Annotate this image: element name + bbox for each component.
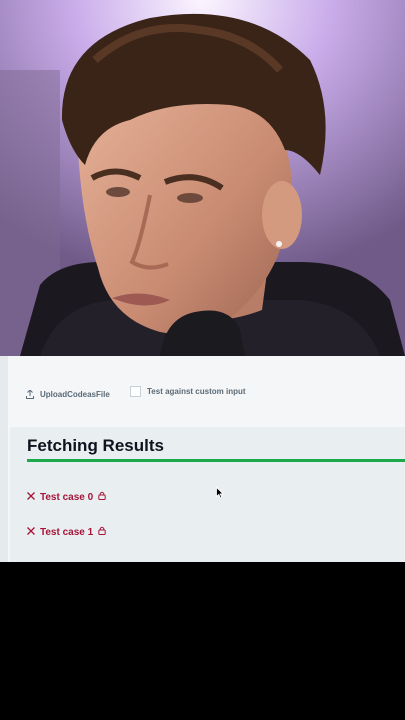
mouse-cursor-icon bbox=[216, 486, 225, 504]
test-case-item[interactable]: Test case 1 bbox=[27, 526, 106, 538]
test-case-label: Test case 1 bbox=[40, 526, 94, 538]
letterbox-bar bbox=[0, 562, 405, 720]
code-editor-panel: UploadCodeasFile Test against custom inp… bbox=[0, 356, 405, 562]
custom-input-toggle[interactable]: Test against custom input bbox=[130, 386, 246, 397]
close-x-icon bbox=[27, 526, 35, 538]
results-panel: Fetching Results Test case 0 Test case 1 bbox=[10, 427, 405, 562]
lock-icon bbox=[98, 526, 106, 538]
upload-code-label: UploadCodeasFile bbox=[40, 389, 110, 399]
upload-icon bbox=[26, 388, 34, 399]
presenter-photo bbox=[0, 0, 405, 356]
custom-input-label: Test against custom input bbox=[147, 387, 246, 396]
test-case-label: Test case 0 bbox=[40, 491, 94, 503]
panel-edge bbox=[0, 356, 8, 562]
close-x-icon bbox=[27, 491, 35, 503]
custom-input-checkbox[interactable] bbox=[130, 386, 141, 397]
webcam-video-overlay bbox=[0, 0, 405, 356]
results-title: Fetching Results bbox=[27, 436, 164, 455]
test-case-item[interactable]: Test case 0 bbox=[27, 491, 106, 503]
lock-icon bbox=[98, 491, 106, 503]
editor-toolbar: UploadCodeasFile bbox=[26, 386, 110, 402]
results-progress-bar bbox=[27, 459, 405, 462]
upload-code-button[interactable]: UploadCodeasFile bbox=[26, 388, 110, 399]
